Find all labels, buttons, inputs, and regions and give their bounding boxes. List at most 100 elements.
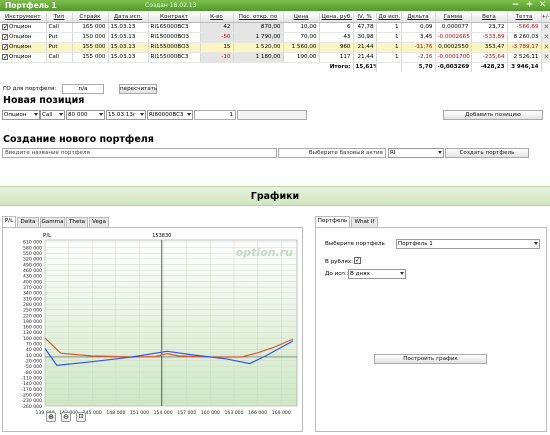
portfolio-select[interactable]: Портфель 1 — [396, 239, 540, 249]
cell-qty[interactable]: 15 — [200, 42, 234, 53]
col-header[interactable]: Вега — [471, 13, 508, 23]
col-header[interactable]: До исп. — [376, 13, 402, 23]
table-row[interactable]: ✓Опцион Put 155 000 15.03.13 RI155000BO3 15 1 … — [0, 42, 550, 53]
col-header[interactable]: Дата исп. — [108, 13, 149, 23]
date-select-value: 15.03.13г — [108, 112, 136, 118]
portfolio-select-label: Выберите портфель — [325, 241, 385, 247]
cell-vega: 23,72 — [471, 22, 508, 33]
instrument-select[interactable]: Опцион — [2, 110, 40, 120]
y-tick-label: 160 000 — [23, 325, 42, 331]
chevron-down-icon — [400, 272, 404, 275]
tab-theta[interactable]: Theta — [66, 217, 88, 227]
row-checkbox[interactable]: ✓ — [2, 24, 8, 31]
cell-days: 1 — [376, 22, 402, 33]
cell-strike: 165 000 — [72, 22, 109, 33]
table-row[interactable]: ✓Опцион Call 155 000 15.03.13 RI155000BC3 -10… — [0, 52, 550, 63]
table-row[interactable]: ✓Опцион Call 165 000 15.03.13 RI165000BC3 42 8… — [0, 22, 550, 33]
chevron-down-icon — [438, 151, 442, 154]
table-row[interactable]: ✓Опцион Put 150 000 15.03.13 RI150000BO3 -50 1… — [0, 32, 550, 43]
col-header[interactable]: Цена, руб. — [319, 13, 354, 23]
cell-rub: 6 — [319, 22, 354, 33]
y-tick-label: -140 000 — [21, 381, 42, 387]
close-icon[interactable]: ✕ — [537, 0, 548, 11]
col-header[interactable]: Тип — [46, 13, 73, 23]
build-chart-button[interactable]: Построить график — [374, 354, 487, 364]
delete-row-icon[interactable]: ✕ — [541, 22, 550, 33]
tab-pl[interactable]: P/L — [2, 216, 16, 227]
tab-delta[interactable]: Delta — [17, 217, 39, 227]
row-checkbox[interactable]: ✓ — [2, 54, 8, 61]
base-asset-select[interactable]: RI — [388, 148, 444, 158]
strike-select[interactable]: 80 000 — [66, 110, 105, 120]
cell-qty[interactable]: -50 — [200, 32, 234, 43]
portfolio-name-input[interactable]: Введите название портфеля — [2, 148, 277, 158]
total-theta: 3 946,14 — [507, 62, 542, 72]
price-input[interactable] — [237, 110, 307, 120]
col-header[interactable]: Дельта — [401, 13, 436, 23]
cell-open[interactable]: 870,00 — [233, 22, 284, 33]
cell-gamma: 0,000077 — [435, 22, 472, 33]
maximize-icon[interactable]: + — [524, 0, 535, 11]
quantity-input[interactable]: 1 — [194, 110, 236, 120]
minimize-icon[interactable]: − — [510, 0, 521, 11]
delete-row-icon[interactable]: ✕ — [541, 32, 550, 43]
col-header[interactable]: IV, % — [353, 13, 377, 23]
cell-rub: 117 — [319, 52, 354, 63]
total-label: Итого: — [319, 62, 354, 72]
cell-qty[interactable]: 42 — [200, 22, 234, 33]
rub-checkbox[interactable]: ✓ — [354, 257, 361, 264]
tab-gamma[interactable]: Gamma — [40, 217, 65, 227]
cell-theta: -566,69 — [507, 22, 542, 33]
col-header[interactable]: Гамма — [435, 13, 472, 23]
delete-row-icon[interactable]: ✕ — [541, 52, 550, 63]
cell-open[interactable]: 1 180,00 — [233, 52, 284, 63]
contract-select[interactable]: RI80000BC3 — [147, 110, 193, 120]
cell-iv: 30,98 — [353, 32, 377, 43]
pl-chart[interactable]: P/L610 000580 000550 000520 000490 00046… — [3, 228, 302, 428]
y-tick-label: -230 000 — [21, 398, 42, 404]
pin-icon[interactable]: +/- — [541, 13, 550, 23]
create-portfolio-button[interactable]: Создать портфель — [445, 148, 529, 158]
col-header[interactable]: Цена — [283, 13, 320, 23]
cell-open[interactable]: 1 520,00 — [233, 42, 284, 53]
days-select[interactable]: В днях — [348, 269, 406, 279]
col-header[interactable]: Инструмент — [0, 13, 47, 23]
cell-gamma: 0,0002550 — [435, 42, 472, 53]
zoom-out-icon[interactable]: ⊖ — [61, 412, 71, 422]
col-header[interactable]: Тетта — [507, 13, 542, 23]
instrument-select-value: Опцион — [4, 112, 27, 118]
cell-instr-text: Опцион — [9, 34, 32, 40]
cell-delta: -2,16 — [401, 52, 436, 63]
col-header[interactable]: К-во — [200, 13, 234, 23]
cell-instr: ✓Опцион — [0, 22, 47, 33]
recalc-button[interactable]: пересчитать — [119, 84, 157, 94]
col-header[interactable]: Пос. откр. по — [233, 13, 284, 23]
y-tick-label: 310 000 — [23, 296, 42, 302]
row-checkbox[interactable]: ✓ — [2, 34, 8, 41]
cell-open[interactable]: 1 790,00 — [233, 32, 284, 43]
add-position-button[interactable]: Добавить позицию — [443, 110, 543, 120]
tab-what-if[interactable]: What If — [351, 217, 378, 227]
type-select[interactable]: Call — [40, 110, 65, 120]
delete-row-icon[interactable]: ✕ — [541, 42, 550, 53]
cell-instr-text: Опцион — [9, 54, 32, 60]
plot-area — [44, 239, 298, 407]
x-tick-label: 157 000 — [177, 410, 196, 416]
zoom-in-icon[interactable]: ⊕ — [46, 412, 56, 422]
row-checkbox[interactable]: ✓ — [2, 44, 8, 51]
days-select-value: В днях — [350, 271, 370, 277]
date-select[interactable]: 15.03.13г — [106, 110, 146, 120]
col-header[interactable]: Контракт — [148, 13, 201, 23]
chevron-down-icon — [59, 113, 63, 116]
tab-vega[interactable]: Vega — [89, 217, 109, 227]
chevron-down-icon — [34, 113, 38, 116]
zoom-fit-icon[interactable]: ⊡ — [76, 412, 86, 422]
y-tick-label: -170 000 — [21, 387, 42, 393]
tab-portfolio[interactable]: Портфель — [315, 216, 350, 227]
totals-row: Итого: 15,61% 5,70 -0,003269 -428,23 3 9… — [0, 62, 550, 72]
x-tick-label: 163 000 — [225, 410, 244, 416]
cell-gamma: -0,0002665 — [435, 32, 472, 43]
y-tick-label: 40 000 — [26, 347, 42, 353]
col-header[interactable]: Страйк — [72, 13, 109, 23]
cell-qty[interactable]: -10 — [200, 52, 234, 63]
